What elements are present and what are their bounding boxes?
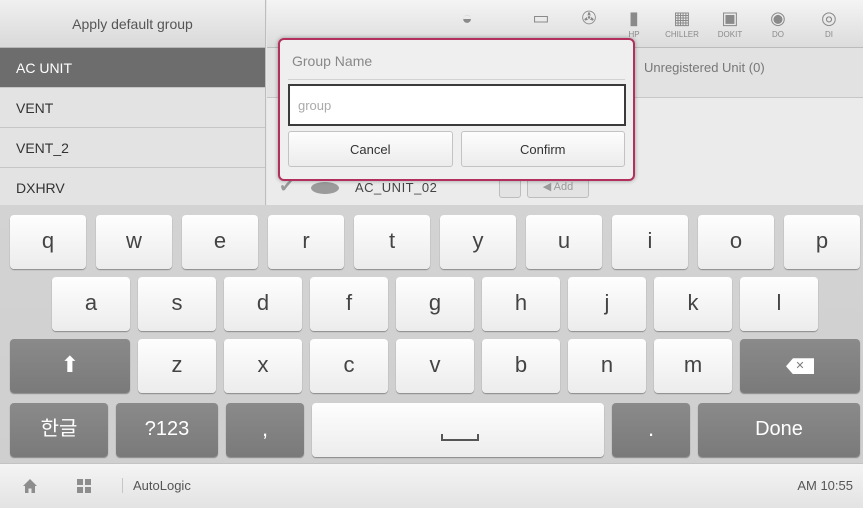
clock: AM 10:55 bbox=[797, 478, 853, 493]
backspace-key[interactable]: ✕ bbox=[740, 339, 860, 393]
sidebar-item-vent[interactable]: VENT bbox=[0, 88, 265, 128]
key-r[interactable]: r bbox=[268, 215, 344, 269]
do-button[interactable]: ◉ DO bbox=[756, 6, 800, 40]
period-key[interactable]: . bbox=[612, 403, 690, 457]
ac-unit-icon bbox=[311, 182, 339, 194]
key-n[interactable]: n bbox=[568, 339, 646, 393]
comma-key[interactable]: , bbox=[226, 403, 304, 457]
key-j[interactable]: j bbox=[568, 277, 646, 331]
group-name-input[interactable] bbox=[288, 84, 626, 126]
key-y[interactable]: y bbox=[440, 215, 516, 269]
wall-unit-button[interactable]: ▭ bbox=[519, 6, 563, 30]
do-icon: ◉ bbox=[770, 8, 786, 28]
sidebar-item-vent-2[interactable]: VENT_2 bbox=[0, 128, 265, 168]
key-x[interactable]: x bbox=[224, 339, 302, 393]
hp-icon: ▮ bbox=[629, 8, 639, 28]
key-f[interactable]: f bbox=[310, 277, 388, 331]
key-v[interactable]: v bbox=[396, 339, 474, 393]
sidebar-item-ac-unit[interactable]: AC UNIT bbox=[0, 48, 265, 88]
dokit-button[interactable]: ▣ DOKIT bbox=[708, 6, 752, 40]
key-k[interactable]: k bbox=[654, 277, 732, 331]
on-screen-keyboard: q w e r t y u i o p a s d f g h j k l ⬆ … bbox=[0, 205, 863, 463]
key-a[interactable]: a bbox=[52, 277, 130, 331]
key-s[interactable]: s bbox=[138, 277, 216, 331]
cancel-button[interactable]: Cancel bbox=[288, 131, 453, 167]
confirm-button[interactable]: Confirm bbox=[460, 131, 625, 167]
key-h[interactable]: h bbox=[482, 277, 560, 331]
key-m[interactable]: m bbox=[654, 339, 732, 393]
backspace-icon: ✕ bbox=[786, 358, 814, 375]
dokit-label: DOKIT bbox=[717, 30, 743, 39]
unit-name: AC_UNIT_02 bbox=[355, 180, 438, 195]
dialog-title: Group Name bbox=[288, 46, 625, 80]
fan-unit-icon: ✇ bbox=[581, 8, 597, 28]
group-sidebar: Apply default group AC UNIT VENT VENT_2 … bbox=[0, 0, 266, 205]
key-o[interactable]: o bbox=[698, 215, 774, 269]
key-z[interactable]: z bbox=[138, 339, 216, 393]
shift-icon: ⬆ bbox=[60, 352, 80, 377]
group-name-dialog: Group Name Cancel Confirm bbox=[278, 38, 635, 181]
key-w[interactable]: w bbox=[96, 215, 172, 269]
sidebar-item-dxhrv[interactable]: DXHRV bbox=[0, 168, 265, 205]
shift-key[interactable]: ⬆ bbox=[10, 339, 130, 393]
key-u[interactable]: u bbox=[526, 215, 602, 269]
key-p[interactable]: p bbox=[784, 215, 860, 269]
di-button[interactable]: ◎ DI bbox=[807, 6, 851, 40]
home-icon[interactable] bbox=[22, 478, 38, 494]
app-name: AutoLogic bbox=[122, 478, 191, 493]
do-label: DO bbox=[772, 30, 784, 39]
language-key[interactable]: 한글 bbox=[10, 403, 108, 457]
key-b[interactable]: b bbox=[482, 339, 560, 393]
key-q[interactable]: q bbox=[10, 215, 86, 269]
chiller-icon: ▦ bbox=[673, 8, 691, 28]
apply-default-group-button[interactable]: Apply default group bbox=[0, 0, 265, 48]
dialog-button-row: Cancel Confirm bbox=[288, 131, 625, 167]
di-icon: ◎ bbox=[821, 8, 837, 28]
key-g[interactable]: g bbox=[396, 277, 474, 331]
hp-button[interactable]: ▮ HP bbox=[612, 6, 656, 40]
fan-unit-button[interactable]: ✇ bbox=[567, 6, 611, 30]
key-e[interactable]: e bbox=[182, 215, 258, 269]
tab-unregistered-unit[interactable]: Unregistered Unit (0) bbox=[644, 60, 765, 75]
key-t[interactable]: t bbox=[354, 215, 430, 269]
key-l[interactable]: l bbox=[740, 277, 818, 331]
ceiling-unit-icon: ◒ bbox=[461, 8, 473, 28]
add-label: Add bbox=[553, 181, 574, 193]
key-i[interactable]: i bbox=[612, 215, 688, 269]
chiller-button[interactable]: ▦ CHILLER bbox=[660, 6, 704, 40]
done-key[interactable]: Done bbox=[698, 403, 860, 457]
di-label: DI bbox=[825, 30, 833, 39]
chiller-label: CHILLER bbox=[665, 30, 699, 39]
status-bar: AutoLogic AM 10:55 bbox=[0, 463, 863, 508]
space-key[interactable] bbox=[312, 403, 604, 457]
dokit-icon: ▣ bbox=[721, 8, 739, 28]
wall-unit-icon: ▭ bbox=[532, 8, 550, 28]
symbols-key[interactable]: ?123 bbox=[116, 403, 218, 457]
app-grid-icon[interactable] bbox=[77, 479, 91, 493]
key-d[interactable]: d bbox=[224, 277, 302, 331]
ceiling-unit-button[interactable]: ◒ bbox=[445, 6, 489, 30]
key-c[interactable]: c bbox=[310, 339, 388, 393]
